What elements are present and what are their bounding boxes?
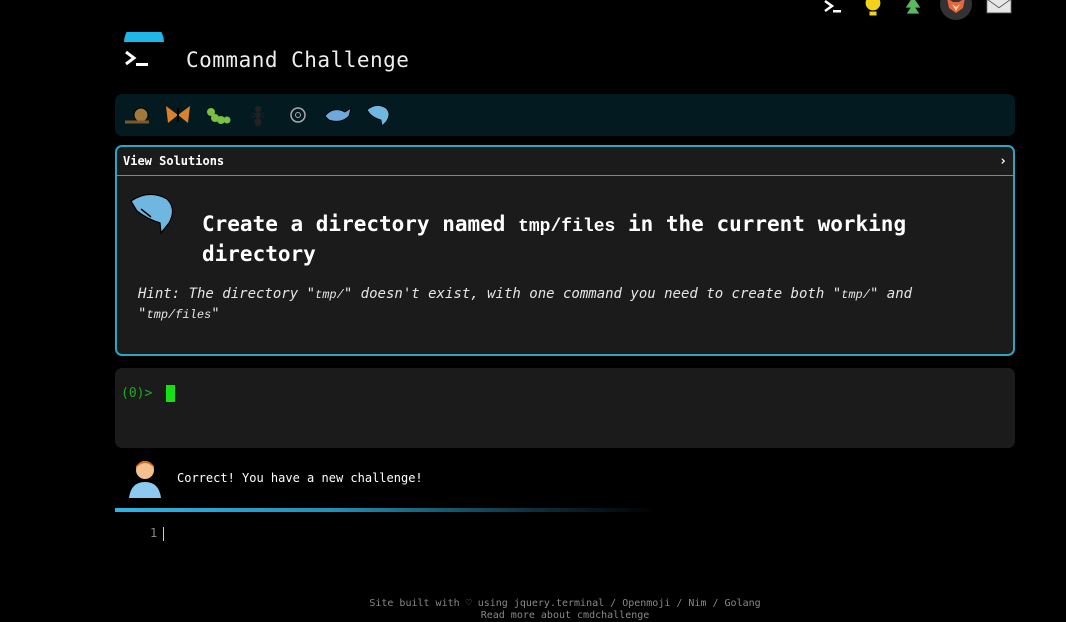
challenge-prompt: Create a directory named tmp/files in th… bbox=[202, 212, 907, 266]
tree-icon[interactable] bbox=[900, 0, 926, 18]
feedback-row: Correct! You have a new challenge! bbox=[127, 458, 423, 498]
ant-icon[interactable] bbox=[243, 100, 273, 130]
page-title: Command Challenge bbox=[186, 48, 410, 72]
footer: Site built with ♡ using jquery.terminal … bbox=[0, 598, 1066, 622]
challenge-panel: View Solutions › Create a directory name… bbox=[115, 145, 1015, 356]
logo-icon bbox=[120, 22, 168, 80]
person-avatar-icon bbox=[127, 458, 163, 498]
view-solutions-label: View Solutions bbox=[123, 154, 225, 168]
dolphin-icon bbox=[127, 187, 179, 239]
progress-bar bbox=[115, 508, 655, 512]
top-icon-bar bbox=[820, 0, 1012, 20]
terminal-cursor bbox=[166, 385, 176, 402]
butterfly-icon[interactable] bbox=[163, 100, 193, 130]
footer-credits: Site built with ♡ using jquery.terminal … bbox=[369, 598, 761, 609]
dolphin-icon[interactable] bbox=[363, 100, 393, 130]
footer-read-more-link[interactable]: Read more about cmdchallenge bbox=[0, 610, 1066, 622]
envelope-icon[interactable] bbox=[986, 0, 1012, 18]
microbe-icon[interactable] bbox=[283, 100, 313, 130]
terminal-icon[interactable] bbox=[820, 0, 846, 18]
line-number: 1 bbox=[150, 526, 158, 540]
lightbulb-icon[interactable] bbox=[860, 0, 886, 18]
caterpillar-icon[interactable] bbox=[203, 100, 233, 130]
whale-icon[interactable] bbox=[323, 100, 353, 130]
editor-line[interactable]: 1 bbox=[150, 526, 165, 541]
terminal[interactable]: (0)> bbox=[115, 368, 1015, 448]
snail-icon[interactable] bbox=[123, 100, 153, 130]
terminal-prompt: (0)> bbox=[121, 386, 161, 401]
challenge-hint: Hint: The directory "tmp/" doesn't exist… bbox=[138, 286, 913, 322]
text-caret bbox=[163, 526, 165, 541]
view-solutions-toggle[interactable]: View Solutions › bbox=[117, 147, 1013, 176]
level-bar bbox=[115, 94, 1015, 136]
chevron-right-icon: › bbox=[999, 153, 1007, 169]
fox-icon[interactable] bbox=[940, 0, 972, 20]
feedback-message: Correct! You have a new challenge! bbox=[177, 471, 423, 485]
